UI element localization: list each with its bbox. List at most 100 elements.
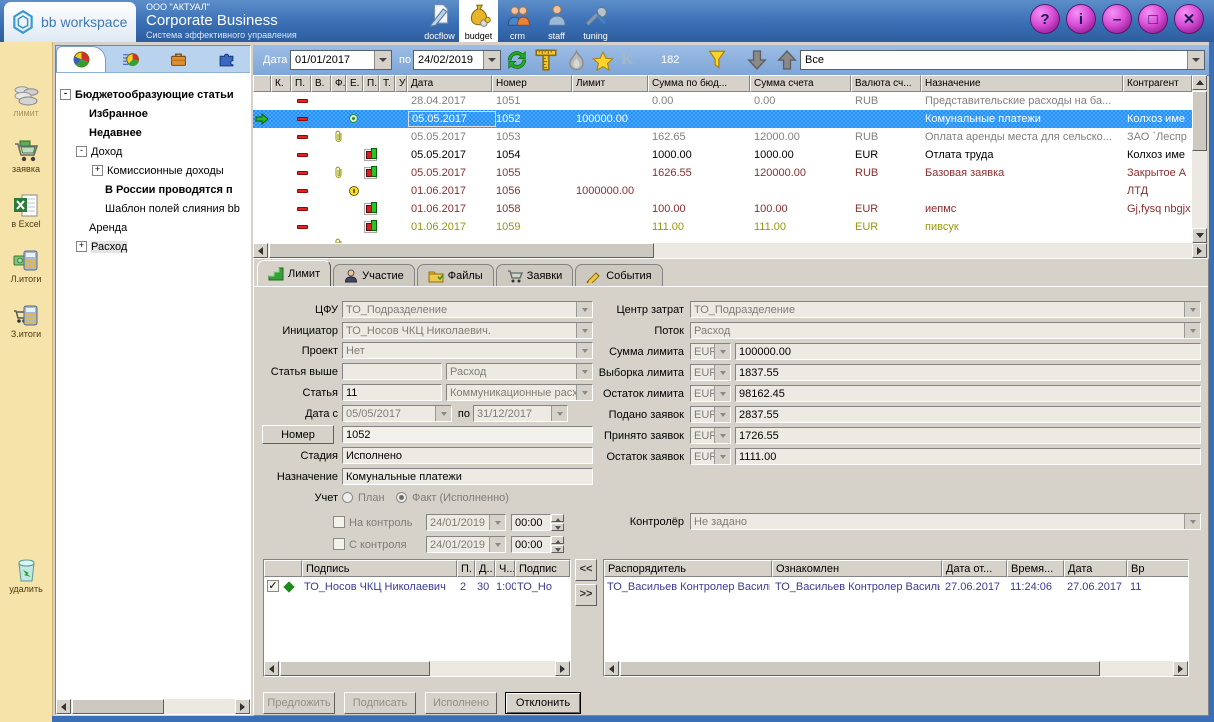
chevron-down-icon[interactable] [714, 365, 730, 380]
offcontrol-checkbox[interactable] [333, 538, 345, 550]
chevron-down-icon[interactable] [714, 344, 730, 359]
column-header[interactable]: Ч... [495, 560, 515, 577]
chevron-down-icon[interactable] [714, 449, 730, 464]
minimize-button[interactable]: – [1102, 4, 1132, 34]
expander-icon[interactable]: - [76, 146, 87, 157]
signatures-horizontal-scrollbar[interactable] [264, 661, 570, 676]
transfer-right-button[interactable]: >> [575, 584, 597, 606]
table-row-selected[interactable]: 05.05.2017 1052 100000.00 Комунальные пл… [253, 110, 1192, 128]
tree-node-russia[interactable]: В России проводятся п [56, 180, 250, 199]
chevron-down-icon[interactable] [576, 343, 592, 358]
chevron-down-icon[interactable] [576, 364, 592, 379]
project-select[interactable]: Нет [342, 342, 593, 359]
reject-button[interactable]: Отклонить [505, 692, 581, 714]
scroll-thumb[interactable] [269, 243, 654, 258]
scroll-right-icon[interactable] [235, 699, 250, 714]
scroll-left-icon[interactable] [264, 661, 279, 676]
scroll-thumb[interactable] [620, 661, 1100, 676]
requests-filed-field[interactable]: 2837.55 [735, 406, 1201, 423]
tab-events[interactable]: События [575, 264, 662, 286]
tree-node-income[interactable]: -Доход [56, 142, 250, 161]
propose-button[interactable]: Предложить [263, 692, 335, 714]
oncontrol-checkbox[interactable] [333, 516, 345, 528]
scroll-right-icon[interactable] [555, 661, 570, 676]
column-header[interactable]: Контрагент [1123, 75, 1192, 92]
column-header[interactable]: К. [271, 75, 291, 92]
column-header[interactable]: П. [457, 560, 475, 577]
expander-icon[interactable]: + [76, 241, 87, 252]
scroll-right-icon[interactable] [1192, 243, 1207, 258]
chevron-down-icon[interactable] [714, 407, 730, 422]
number-field[interactable]: 1052 [342, 426, 593, 443]
item-code-field[interactable]: 11 [342, 384, 442, 401]
limit-date-from-picker[interactable]: 05/05/2017 [342, 405, 452, 422]
close-button[interactable]: ✕ [1174, 4, 1204, 34]
chevron-down-icon[interactable] [489, 515, 505, 530]
approvals-horizontal-scrollbar[interactable] [604, 661, 1188, 676]
offcontrol-time-stepper[interactable] [551, 536, 564, 553]
column-header[interactable]: Лимит [572, 75, 648, 92]
chevron-down-icon[interactable] [489, 537, 505, 552]
column-header[interactable]: Ознакомлен [772, 560, 942, 577]
scroll-right-icon[interactable] [1173, 661, 1188, 676]
tree-tab-plugins[interactable] [202, 46, 250, 72]
tree-node-recent[interactable]: Недавнее [56, 123, 250, 142]
tree-node-expense[interactable]: +Расход [56, 237, 250, 256]
limit-sum-currency[interactable]: EUR [690, 343, 731, 360]
column-header[interactable]: Дата [407, 75, 492, 92]
table-row[interactable]: 05.05.2017 1054 1000.00 1000.00 EUR Отла… [253, 146, 1192, 164]
column-header[interactable]: П. [291, 75, 311, 92]
requests-accepted-field[interactable]: 1726.55 [735, 427, 1201, 444]
cfu-select[interactable]: ТО_Подразделение [342, 301, 593, 318]
chevron-down-icon[interactable] [576, 385, 592, 400]
column-header[interactable]: Подпис [515, 560, 570, 577]
oncontrol-time-stepper[interactable] [551, 514, 564, 531]
signature-row[interactable]: ✓ ТО_Носов ЧКЦ Николаевич 2 30 1:00 ТО_Н… [264, 577, 570, 596]
module-crm[interactable]: crm [498, 0, 537, 42]
tab-requests[interactable]: Заявки [496, 264, 574, 286]
ruler-icon[interactable] [533, 48, 559, 75]
column-header[interactable]: Т. [379, 75, 395, 92]
module-budget[interactable]: budget [459, 0, 498, 42]
scroll-left-icon[interactable] [253, 243, 268, 258]
filter-funnel-icon[interactable] [708, 50, 726, 73]
tree-tab-articles[interactable] [56, 46, 106, 72]
parent-item-field[interactable] [342, 363, 442, 380]
chevron-down-icon[interactable] [576, 323, 592, 338]
chevron-down-icon[interactable] [714, 428, 730, 443]
column-header[interactable]: Время... [1007, 560, 1064, 577]
offcontrol-date-picker[interactable]: 24/01/2019 [426, 536, 506, 553]
module-staff[interactable]: staff [537, 0, 576, 42]
parent-flow-select[interactable]: Расход [446, 363, 593, 380]
tree-node-favorites[interactable]: Избранное [56, 104, 250, 123]
stage-field[interactable]: Исполнено [342, 447, 593, 464]
flame-icon[interactable] [567, 50, 586, 74]
info-button[interactable]: i [1066, 4, 1096, 34]
date-from-picker[interactable]: 01/01/2017 [290, 50, 392, 70]
table-row[interactable]: 05.05.2017 1053 162.65 12000.00 RUB Опла… [253, 128, 1192, 146]
chevron-down-icon[interactable] [1184, 514, 1200, 529]
cost-center-select[interactable]: ТО_Подразделение [690, 301, 1201, 318]
column-header[interactable]: Ф. [331, 75, 346, 92]
column-header[interactable]: Е. [346, 75, 363, 92]
sidebar-item-excel[interactable]: в Excel [0, 193, 52, 229]
table-row-partial[interactable] [253, 236, 1192, 243]
number-button[interactable]: Номер [262, 425, 334, 444]
grid-horizontal-scrollbar[interactable] [253, 243, 1207, 258]
signed-checkbox[interactable]: ✓ [267, 580, 279, 592]
tree-horizontal-scrollbar[interactable] [56, 699, 250, 714]
controller-select[interactable]: Не задано [690, 513, 1201, 530]
scroll-thumb[interactable] [280, 661, 430, 676]
module-docflow[interactable]: docflow [420, 0, 459, 42]
chevron-down-icon[interactable] [483, 51, 500, 69]
transfer-left-button[interactable]: << [575, 559, 597, 581]
limit-rest-field[interactable]: 98162.45 [735, 385, 1201, 402]
column-header[interactable] [264, 560, 302, 577]
scroll-left-icon[interactable] [604, 661, 619, 676]
scroll-thumb[interactable] [72, 699, 164, 714]
star-icon[interactable] [592, 51, 614, 74]
column-header[interactable]: П. [363, 75, 379, 92]
column-header[interactable]: Дата [1064, 560, 1127, 577]
column-header[interactable]: Номер [492, 75, 572, 92]
chevron-down-icon[interactable] [435, 406, 451, 421]
